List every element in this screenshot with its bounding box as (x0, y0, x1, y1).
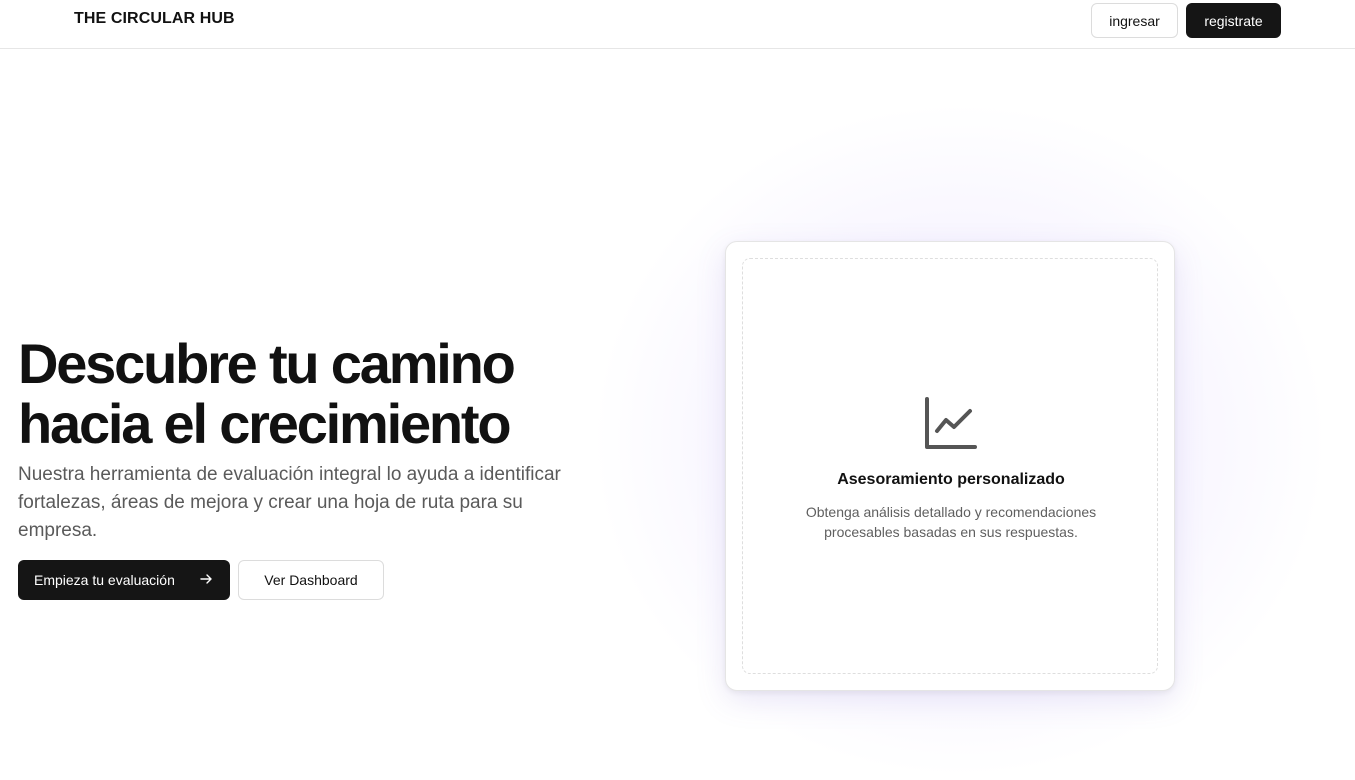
top-nav: THE CIRCULAR HUB ingresar registrate (0, 0, 1355, 49)
hero-title-line-1: Descubre tu camino (18, 332, 516, 395)
hero-title: Descubre tu camino hacia el crecimiento (18, 334, 638, 454)
register-button[interactable]: registrate (1186, 3, 1281, 38)
start-evaluation-button[interactable]: Empieza tu evaluación (18, 560, 230, 600)
feature-card: Asesoramiento personalizado Obtenga anál… (725, 241, 1175, 691)
line-chart-icon (925, 397, 977, 449)
arrow-right-icon (200, 574, 212, 584)
start-evaluation-label: Empieza tu evaluación (34, 572, 175, 588)
hero-description: Nuestra herramienta de evaluación integr… (18, 464, 561, 541)
brand-logo[interactable]: THE CIRCULAR HUB (74, 10, 235, 28)
feature-card-text: Obtenga análisis detallado y recomendaci… (805, 504, 1097, 540)
hero-title-line-2: hacia el crecimiento (18, 392, 512, 455)
feature-card-inner: Asesoramiento personalizado Obtenga anál… (742, 258, 1158, 674)
login-button[interactable]: ingresar (1091, 3, 1178, 38)
view-dashboard-button[interactable]: Ver Dashboard (238, 560, 384, 600)
feature-card-title: Asesoramiento personalizado (837, 471, 1065, 488)
